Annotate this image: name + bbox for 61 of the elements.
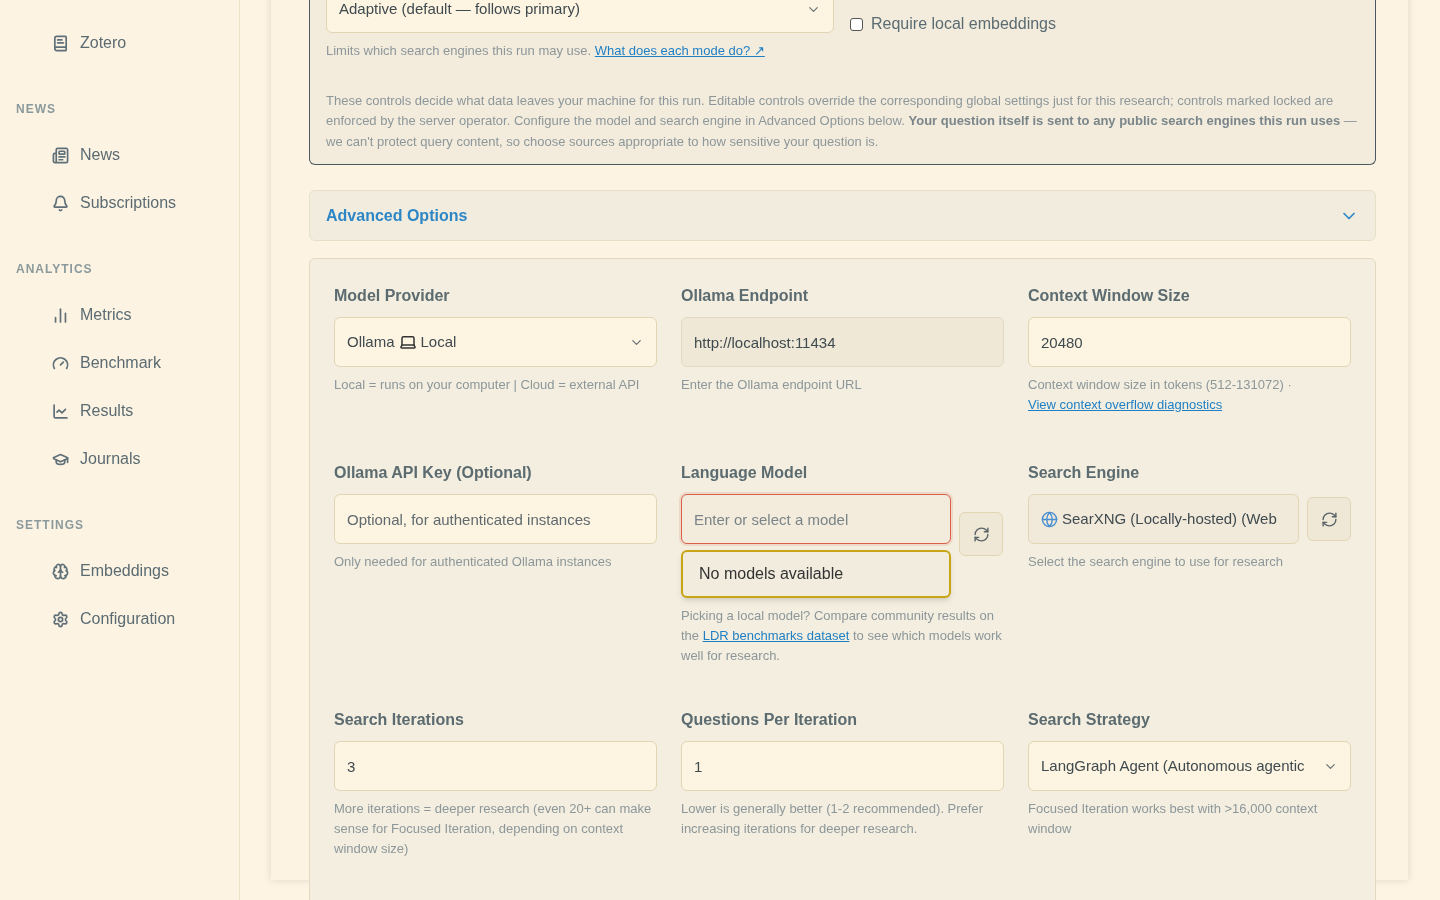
section-heading: SETTINGS bbox=[15, 517, 85, 534]
input-field[interactable]: 20480 bbox=[1028, 317, 1351, 367]
field-label: Questions Per Iteration bbox=[681, 710, 859, 730]
field-label: Ollama Endpoint bbox=[681, 286, 810, 306]
newspaper-icon bbox=[52, 146, 69, 164]
refresh-icon bbox=[1320, 510, 1338, 528]
field-label: Ollama API Key (Optional) bbox=[334, 463, 533, 483]
input-field[interactable]: Optional, for authenticated instances bbox=[334, 494, 657, 544]
help-link[interactable]: LDR benchmarks dataset bbox=[702, 628, 850, 643]
dropdown-option[interactable]: No models available bbox=[699, 562, 844, 586]
advanced-options-toggle[interactable]: Advanced Options bbox=[309, 190, 1376, 241]
mode-hint: Limits which search engines this run may use. What does each mode do? ↗ bbox=[326, 42, 766, 60]
section-heading: NEWS bbox=[15, 101, 57, 118]
sidebar-item[interactable]: Subscriptions bbox=[0, 179, 239, 227]
help-text: Focused Iteration works best with >16,000 context window bbox=[1028, 800, 1319, 838]
field-label: Language Model bbox=[681, 463, 809, 483]
sidebar-item[interactable]: Configuration bbox=[0, 595, 239, 643]
help-text: More iterations = deeper research (even 20+ can make sense for Focused Iteration, depending on context window size) bbox=[334, 800, 653, 858]
help-link[interactable]: View context overflow diagnostics bbox=[1028, 397, 1223, 412]
sidebar-item[interactable]: News bbox=[0, 131, 239, 179]
sidebar-item[interactable]: Journals bbox=[0, 435, 239, 483]
book-icon bbox=[52, 34, 69, 52]
refresh-button[interactable] bbox=[959, 512, 1003, 556]
field-label: Search Engine bbox=[1028, 463, 1141, 483]
field-label: Search Iterations bbox=[334, 710, 465, 730]
gauge-icon bbox=[52, 354, 69, 372]
sidebar-item[interactable]: Embeddings bbox=[0, 547, 239, 595]
line-chart-icon bbox=[52, 402, 69, 420]
search-engine-select[interactable]: SearXNG (Locally-hosted) (Web bbox=[1028, 494, 1299, 544]
help-text: Select the search engine to use for research bbox=[1028, 553, 1285, 571]
help-text: Picking a local model? Compare community results on the LDR benchmarks dataset to see which models work well for research. bbox=[681, 607, 1003, 665]
field-label: Search Strategy bbox=[1028, 710, 1151, 730]
sidebar-item[interactable]: Benchmark bbox=[0, 339, 239, 387]
field-label: Model Provider bbox=[334, 286, 451, 306]
help-text: Only needed for authenticated Ollama instances bbox=[334, 553, 613, 571]
sidebar-item[interactable]: Results bbox=[0, 387, 239, 435]
select-field[interactable]: LangGraph Agent (Autonomous agentic bbox=[1028, 741, 1351, 791]
brain-icon bbox=[52, 562, 69, 580]
bell-icon bbox=[52, 194, 69, 212]
privacy-notice: These controls decide what data leaves your machine for this run. Editable controls override the corresponding global settings just for this research; controls marked locked are enforced by the server operator. Configure the model and search engine in Advanced Options below. Your question itself is sent to any public search engines this run uses — we can't protect query content, so choose sources appropriate to how sensitive your question is. bbox=[326, 91, 1358, 151]
help-text: Context window size in tokens (512-131072) · View context overflow diagnostics bbox=[1028, 376, 1293, 414]
help-text: Lower is generally better (1-2 recommended). Prefer increasing iterations for deeper research. bbox=[681, 800, 985, 838]
bar-chart-icon bbox=[52, 306, 69, 324]
globe-icon bbox=[1041, 510, 1058, 528]
mode-select[interactable]: Adaptive (default — follows primary) bbox=[326, 0, 834, 33]
input-field[interactable]: 1 bbox=[681, 741, 1004, 791]
refresh-icon bbox=[972, 525, 990, 543]
field-label: Context Window Size bbox=[1028, 286, 1191, 306]
select-field[interactable]: Ollama Local bbox=[334, 317, 657, 367]
section-heading: ANALYTICS bbox=[15, 261, 94, 278]
model-input-field[interactable]: Enter or select a model bbox=[681, 494, 951, 544]
mode-help-link[interactable]: What does each mode do? ↗ bbox=[594, 43, 765, 58]
refresh-button[interactable] bbox=[1307, 497, 1351, 541]
local-embeddings-checkbox[interactable]: Require local embeddings bbox=[850, 12, 1056, 36]
settings-icon bbox=[52, 610, 69, 628]
help-text: Enter the Ollama endpoint URL bbox=[681, 376, 863, 394]
input-field[interactable]: 3 bbox=[334, 741, 657, 791]
laptop-icon bbox=[398, 333, 417, 351]
sidebar-item[interactable]: Metrics bbox=[0, 291, 239, 339]
help-text: Local = runs on your computer | Cloud = external API bbox=[334, 376, 641, 394]
sidebar-item[interactable]: Zotero bbox=[0, 19, 239, 67]
